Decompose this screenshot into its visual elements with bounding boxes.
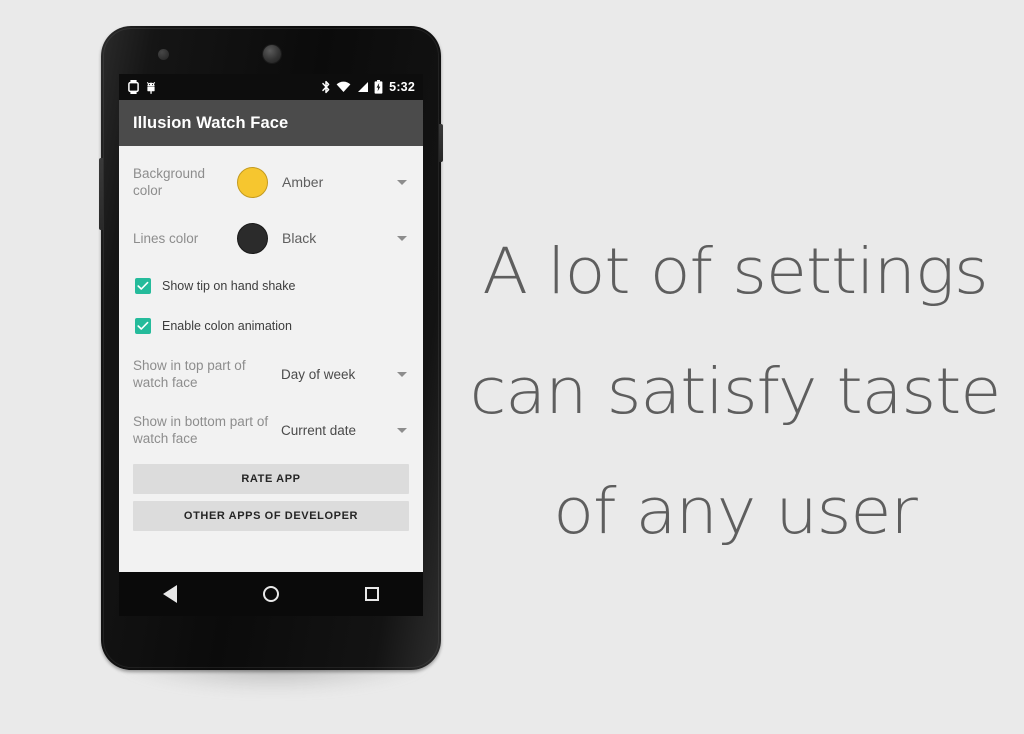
status-bar-system-icons: 5:32 bbox=[321, 80, 415, 94]
app-title: Illusion Watch Face bbox=[133, 113, 289, 132]
status-bar-notifications bbox=[128, 80, 157, 94]
back-triangle-icon bbox=[162, 585, 177, 603]
setting-row-lines-color[interactable]: Lines color Black bbox=[133, 210, 409, 266]
enable-colon-animation-label: Enable colon animation bbox=[162, 319, 292, 333]
other-apps-of-developer-button[interactable]: OTHER APPS OF DEVELOPER bbox=[133, 501, 409, 531]
wifi-icon bbox=[336, 81, 351, 92]
rate-app-button[interactable]: RATE APP bbox=[133, 464, 409, 494]
android-debug-icon bbox=[146, 81, 156, 94]
background-color-value: Amber bbox=[282, 174, 324, 190]
home-key[interactable] bbox=[241, 577, 301, 611]
show-in-top-part-value: Day of week bbox=[281, 366, 356, 382]
navigation-bar bbox=[119, 572, 423, 616]
lines-color-label: Lines color bbox=[133, 230, 199, 246]
watch-icon bbox=[128, 80, 139, 94]
chevron-down-icon[interactable] bbox=[397, 371, 407, 377]
action-buttons: RATE APP OTHER APPS OF DEVELOPER bbox=[133, 464, 409, 531]
phone-bottom-chin bbox=[119, 616, 423, 668]
home-circle-icon bbox=[262, 586, 279, 602]
recents-square-icon bbox=[365, 587, 380, 601]
phone-screen: 5:32 Illusion Watch Face Background colo… bbox=[119, 74, 423, 572]
background-color-label: Background color bbox=[133, 166, 206, 198]
volume-rocker-button[interactable] bbox=[99, 158, 103, 230]
setting-row-show-in-bottom-part[interactable]: Show in bottom part of watch face Curren… bbox=[133, 402, 409, 458]
cell-signal-icon bbox=[358, 82, 369, 92]
show-tip-on-hand-shake-label: Show tip on hand shake bbox=[162, 279, 296, 293]
app-toolbar: Illusion Watch Face bbox=[119, 100, 423, 146]
status-bar: 5:32 bbox=[119, 74, 423, 100]
proximity-sensor-icon bbox=[158, 49, 169, 60]
marketing-line-1: A lot of settings bbox=[482, 235, 988, 308]
show-in-top-part-label: Show in top part of watch face bbox=[133, 358, 246, 390]
show-in-bottom-part-value: Current date bbox=[281, 422, 357, 438]
setting-row-show-tip-on-hand-shake[interactable]: Show tip on hand shake bbox=[133, 266, 409, 306]
back-key[interactable] bbox=[140, 577, 200, 611]
chevron-down-icon[interactable] bbox=[397, 235, 407, 241]
bluetooth-icon bbox=[322, 80, 330, 94]
battery-charging-icon bbox=[374, 80, 383, 94]
chevron-down-icon[interactable] bbox=[397, 179, 407, 185]
marketing-copy: A lot of settings can satisfy taste of a… bbox=[462, 212, 1008, 572]
checkbox-enable-colon-animation[interactable] bbox=[135, 318, 151, 334]
marketing-line-3: of any user bbox=[553, 475, 918, 548]
background-color-swatch-icon bbox=[237, 166, 268, 198]
front-camera-icon bbox=[263, 45, 281, 63]
recents-key[interactable] bbox=[342, 577, 402, 611]
phone-device: 5:32 Illusion Watch Face Background colo… bbox=[99, 26, 443, 670]
status-bar-clock: 5:32 bbox=[389, 80, 415, 94]
setting-row-show-in-top-part[interactable]: Show in top part of watch face Day of we… bbox=[133, 346, 409, 402]
lines-color-swatch-icon bbox=[237, 222, 268, 254]
show-in-bottom-part-label: Show in bottom part of watch face bbox=[133, 414, 269, 446]
chevron-down-icon[interactable] bbox=[397, 427, 407, 433]
setting-row-enable-colon-animation[interactable]: Enable colon animation bbox=[133, 306, 409, 346]
checkbox-show-tip-on-hand-shake[interactable] bbox=[135, 278, 151, 294]
marketing-line-2: can satisfy taste bbox=[469, 355, 1002, 428]
lines-color-value: Black bbox=[282, 230, 317, 246]
check-icon bbox=[137, 281, 149, 290]
setting-row-background-color[interactable]: Background color Amber bbox=[133, 154, 409, 210]
power-button[interactable] bbox=[439, 124, 443, 162]
settings-list: Background color Amber Lines color Black… bbox=[119, 146, 423, 572]
check-icon bbox=[137, 321, 149, 330]
